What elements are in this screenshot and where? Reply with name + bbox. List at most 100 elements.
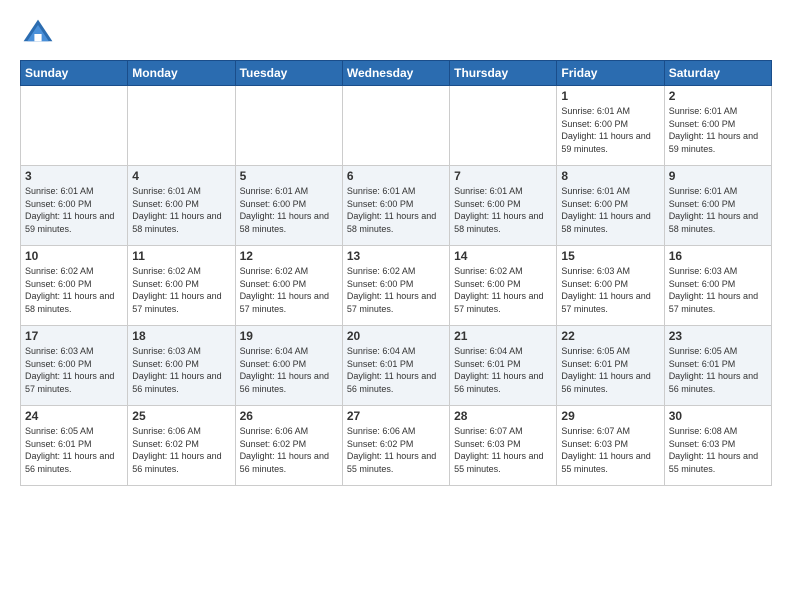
day-cell: 10 Sunrise: 6:02 AM Sunset: 6:00 PM Dayli… [21,246,128,326]
day-info: Sunrise: 6:01 AM Sunset: 6:00 PM Dayligh… [561,105,659,155]
day-number: 21 [454,329,552,343]
day-number: 29 [561,409,659,423]
day-info: Sunrise: 6:03 AM Sunset: 6:00 PM Dayligh… [561,265,659,315]
day-number: 20 [347,329,445,343]
day-header-friday: Friday [557,61,664,86]
day-info: Sunrise: 6:01 AM Sunset: 6:00 PM Dayligh… [132,185,230,235]
logo [20,16,60,52]
day-cell: 2 Sunrise: 6:01 AM Sunset: 6:00 PM Daylig… [664,86,771,166]
day-number: 4 [132,169,230,183]
day-number: 1 [561,89,659,103]
day-info: Sunrise: 6:04 AM Sunset: 6:01 PM Dayligh… [454,345,552,395]
day-number: 28 [454,409,552,423]
day-info: Sunrise: 6:06 AM Sunset: 6:02 PM Dayligh… [132,425,230,475]
day-info: Sunrise: 6:01 AM Sunset: 6:00 PM Dayligh… [347,185,445,235]
day-cell: 29 Sunrise: 6:07 AM Sunset: 6:03 PM Dayli… [557,406,664,486]
day-cell: 24 Sunrise: 6:05 AM Sunset: 6:01 PM Dayli… [21,406,128,486]
day-cell: 19 Sunrise: 6:04 AM Sunset: 6:00 PM Dayli… [235,326,342,406]
day-cell: 20 Sunrise: 6:04 AM Sunset: 6:01 PM Dayli… [342,326,449,406]
day-number: 22 [561,329,659,343]
day-cell: 21 Sunrise: 6:04 AM Sunset: 6:01 PM Dayli… [450,326,557,406]
day-header-sunday: Sunday [21,61,128,86]
day-cell: 30 Sunrise: 6:08 AM Sunset: 6:03 PM Dayli… [664,406,771,486]
day-number: 11 [132,249,230,263]
day-cell [235,86,342,166]
day-number: 17 [25,329,123,343]
day-info: Sunrise: 6:02 AM Sunset: 6:00 PM Dayligh… [454,265,552,315]
day-info: Sunrise: 6:02 AM Sunset: 6:00 PM Dayligh… [240,265,338,315]
day-cell [450,86,557,166]
logo-icon [20,16,56,52]
day-info: Sunrise: 6:03 AM Sunset: 6:00 PM Dayligh… [132,345,230,395]
day-number: 23 [669,329,767,343]
day-cell: 8Sunrise: 6:01 AM Sunset: 6:00 PM Daylig… [557,166,664,246]
day-cell: 26 Sunrise: 6:06 AM Sunset: 6:02 PM Dayli… [235,406,342,486]
day-info: Sunrise: 6:03 AM Sunset: 6:00 PM Dayligh… [669,265,767,315]
day-info: Sunrise: 6:06 AM Sunset: 6:02 PM Dayligh… [240,425,338,475]
day-cell: 18 Sunrise: 6:03 AM Sunset: 6:00 PM Dayli… [128,326,235,406]
day-number: 26 [240,409,338,423]
week-row-5: 24 Sunrise: 6:05 AM Sunset: 6:01 PM Dayli… [21,406,772,486]
day-number: 6 [347,169,445,183]
day-number: 12 [240,249,338,263]
day-cell: 3 Sunrise: 6:01 AM Sunset: 6:00 PM Daylig… [21,166,128,246]
day-info: Sunrise: 6:05 AM Sunset: 6:01 PM Dayligh… [25,425,123,475]
day-info: Sunrise: 6:01 AM Sunset: 6:00 PM Dayligh… [240,185,338,235]
day-info: Sunrise: 6:04 AM Sunset: 6:00 PM Dayligh… [240,345,338,395]
day-info: Sunrise: 6:05 AM Sunset: 6:01 PM Dayligh… [669,345,767,395]
day-cell: 6 Sunrise: 6:01 AM Sunset: 6:00 PM Daylig… [342,166,449,246]
day-number: 19 [240,329,338,343]
week-row-3: 10 Sunrise: 6:02 AM Sunset: 6:00 PM Dayli… [21,246,772,326]
day-cell: 15Sunrise: 6:03 AM Sunset: 6:00 PM Dayli… [557,246,664,326]
day-number: 18 [132,329,230,343]
day-header-saturday: Saturday [664,61,771,86]
day-info: Sunrise: 6:02 AM Sunset: 6:00 PM Dayligh… [347,265,445,315]
header [20,16,772,52]
day-info: Sunrise: 6:06 AM Sunset: 6:02 PM Dayligh… [347,425,445,475]
day-cell: 17 Sunrise: 6:03 AM Sunset: 6:00 PM Dayli… [21,326,128,406]
week-row-2: 3 Sunrise: 6:01 AM Sunset: 6:00 PM Daylig… [21,166,772,246]
day-cell: 27 Sunrise: 6:06 AM Sunset: 6:02 PM Dayli… [342,406,449,486]
calendar-table: SundayMondayTuesdayWednesdayThursdayFrid… [20,60,772,486]
day-info: Sunrise: 6:01 AM Sunset: 6:00 PM Dayligh… [25,185,123,235]
day-header-wednesday: Wednesday [342,61,449,86]
day-info: Sunrise: 6:08 AM Sunset: 6:03 PM Dayligh… [669,425,767,475]
day-number: 14 [454,249,552,263]
day-info: Sunrise: 6:02 AM Sunset: 6:00 PM Dayligh… [25,265,123,315]
header-row: SundayMondayTuesdayWednesdayThursdayFrid… [21,61,772,86]
day-cell: 5 Sunrise: 6:01 AM Sunset: 6:00 PM Daylig… [235,166,342,246]
day-cell [128,86,235,166]
day-cell: 14 Sunrise: 6:02 AM Sunset: 6:00 PM Dayli… [450,246,557,326]
day-info: Sunrise: 6:01 AM Sunset: 6:00 PM Dayligh… [669,105,767,155]
day-cell: 23 Sunrise: 6:05 AM Sunset: 6:01 PM Dayli… [664,326,771,406]
day-number: 16 [669,249,767,263]
day-cell: 1 Sunrise: 6:01 AM Sunset: 6:00 PM Daylig… [557,86,664,166]
day-cell: 9 Sunrise: 6:01 AM Sunset: 6:00 PM Daylig… [664,166,771,246]
day-info: Sunrise: 6:01 AM Sunset: 6:00 PM Dayligh… [561,185,659,235]
day-info: Sunrise: 6:04 AM Sunset: 6:01 PM Dayligh… [347,345,445,395]
day-cell: 4 Sunrise: 6:01 AM Sunset: 6:00 PM Daylig… [128,166,235,246]
day-number: 5 [240,169,338,183]
day-info: Sunrise: 6:07 AM Sunset: 6:03 PM Dayligh… [561,425,659,475]
day-cell: 13 Sunrise: 6:02 AM Sunset: 6:00 PM Dayli… [342,246,449,326]
day-number: 10 [25,249,123,263]
day-number: 27 [347,409,445,423]
day-info: Sunrise: 6:07 AM Sunset: 6:03 PM Dayligh… [454,425,552,475]
day-number: 13 [347,249,445,263]
day-info: Sunrise: 6:01 AM Sunset: 6:00 PM Dayligh… [454,185,552,235]
day-header-monday: Monday [128,61,235,86]
day-header-tuesday: Tuesday [235,61,342,86]
day-cell: 11 Sunrise: 6:02 AM Sunset: 6:00 PM Dayli… [128,246,235,326]
day-number: 9 [669,169,767,183]
day-info: Sunrise: 6:02 AM Sunset: 6:00 PM Dayligh… [132,265,230,315]
day-info: Sunrise: 6:01 AM Sunset: 6:00 PM Dayligh… [669,185,767,235]
day-number: 24 [25,409,123,423]
day-number: 30 [669,409,767,423]
day-cell: 22 Sunrise: 6:05 AM Sunset: 6:01 PM Dayli… [557,326,664,406]
week-row-4: 17 Sunrise: 6:03 AM Sunset: 6:00 PM Dayli… [21,326,772,406]
day-number: 2 [669,89,767,103]
day-number: 7 [454,169,552,183]
day-info: Sunrise: 6:03 AM Sunset: 6:00 PM Dayligh… [25,345,123,395]
day-number: 3 [25,169,123,183]
day-info: Sunrise: 6:05 AM Sunset: 6:01 PM Dayligh… [561,345,659,395]
